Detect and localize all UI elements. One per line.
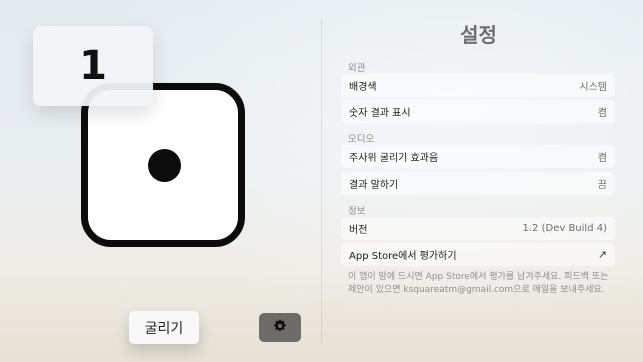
result-card: 1 bbox=[33, 26, 153, 106]
section-header-info: 정보 bbox=[348, 206, 366, 217]
settings-button[interactable] bbox=[259, 313, 301, 342]
row-value: 켬 bbox=[597, 153, 607, 164]
row-label: App Store에서 평가하기 bbox=[349, 251, 457, 262]
section-header-appearance: 외관 bbox=[348, 63, 366, 74]
row-value: 1.2 (Dev Build 4) bbox=[522, 223, 607, 234]
roll-sound-row[interactable]: 주사위 굴리기 효과음 켬 bbox=[341, 145, 615, 168]
row-label: 배경색 bbox=[349, 82, 377, 93]
roll-button[interactable]: 굴리기 bbox=[129, 311, 199, 344]
row-value: 끔 bbox=[597, 180, 607, 191]
show-number-result-row[interactable]: 숫자 결과 표시 켬 bbox=[341, 100, 615, 123]
gear-icon bbox=[273, 318, 287, 337]
rate-on-app-store-row[interactable]: App Store에서 평가하기 ↗ bbox=[341, 243, 615, 266]
version-row[interactable]: 버전 1.2 (Dev Build 4) bbox=[341, 217, 615, 240]
settings-title: 설정 bbox=[460, 23, 497, 47]
background-color-row[interactable]: 배경색 시스템 bbox=[341, 74, 615, 97]
footer-note: 이 앱이 맘에 드시면 App Store에서 평가를 남겨주세요. 피드백 또… bbox=[348, 272, 609, 295]
row-label: 숫자 결과 표시 bbox=[349, 108, 411, 119]
row-value: 시스템 bbox=[579, 82, 607, 93]
panel-divider bbox=[321, 18, 322, 344]
section-header-audio: 오디오 bbox=[348, 134, 375, 145]
die-pip bbox=[148, 149, 181, 182]
row-label: 주사위 굴리기 효과음 bbox=[349, 153, 439, 164]
external-link-icon: ↗ bbox=[597, 248, 607, 261]
row-label: 결과 말하기 bbox=[349, 180, 399, 191]
result-number: 1 bbox=[79, 43, 107, 89]
row-value: 켬 bbox=[597, 108, 607, 119]
speak-result-row[interactable]: 결과 말하기 끔 bbox=[341, 172, 615, 195]
row-label: 버전 bbox=[349, 225, 368, 236]
